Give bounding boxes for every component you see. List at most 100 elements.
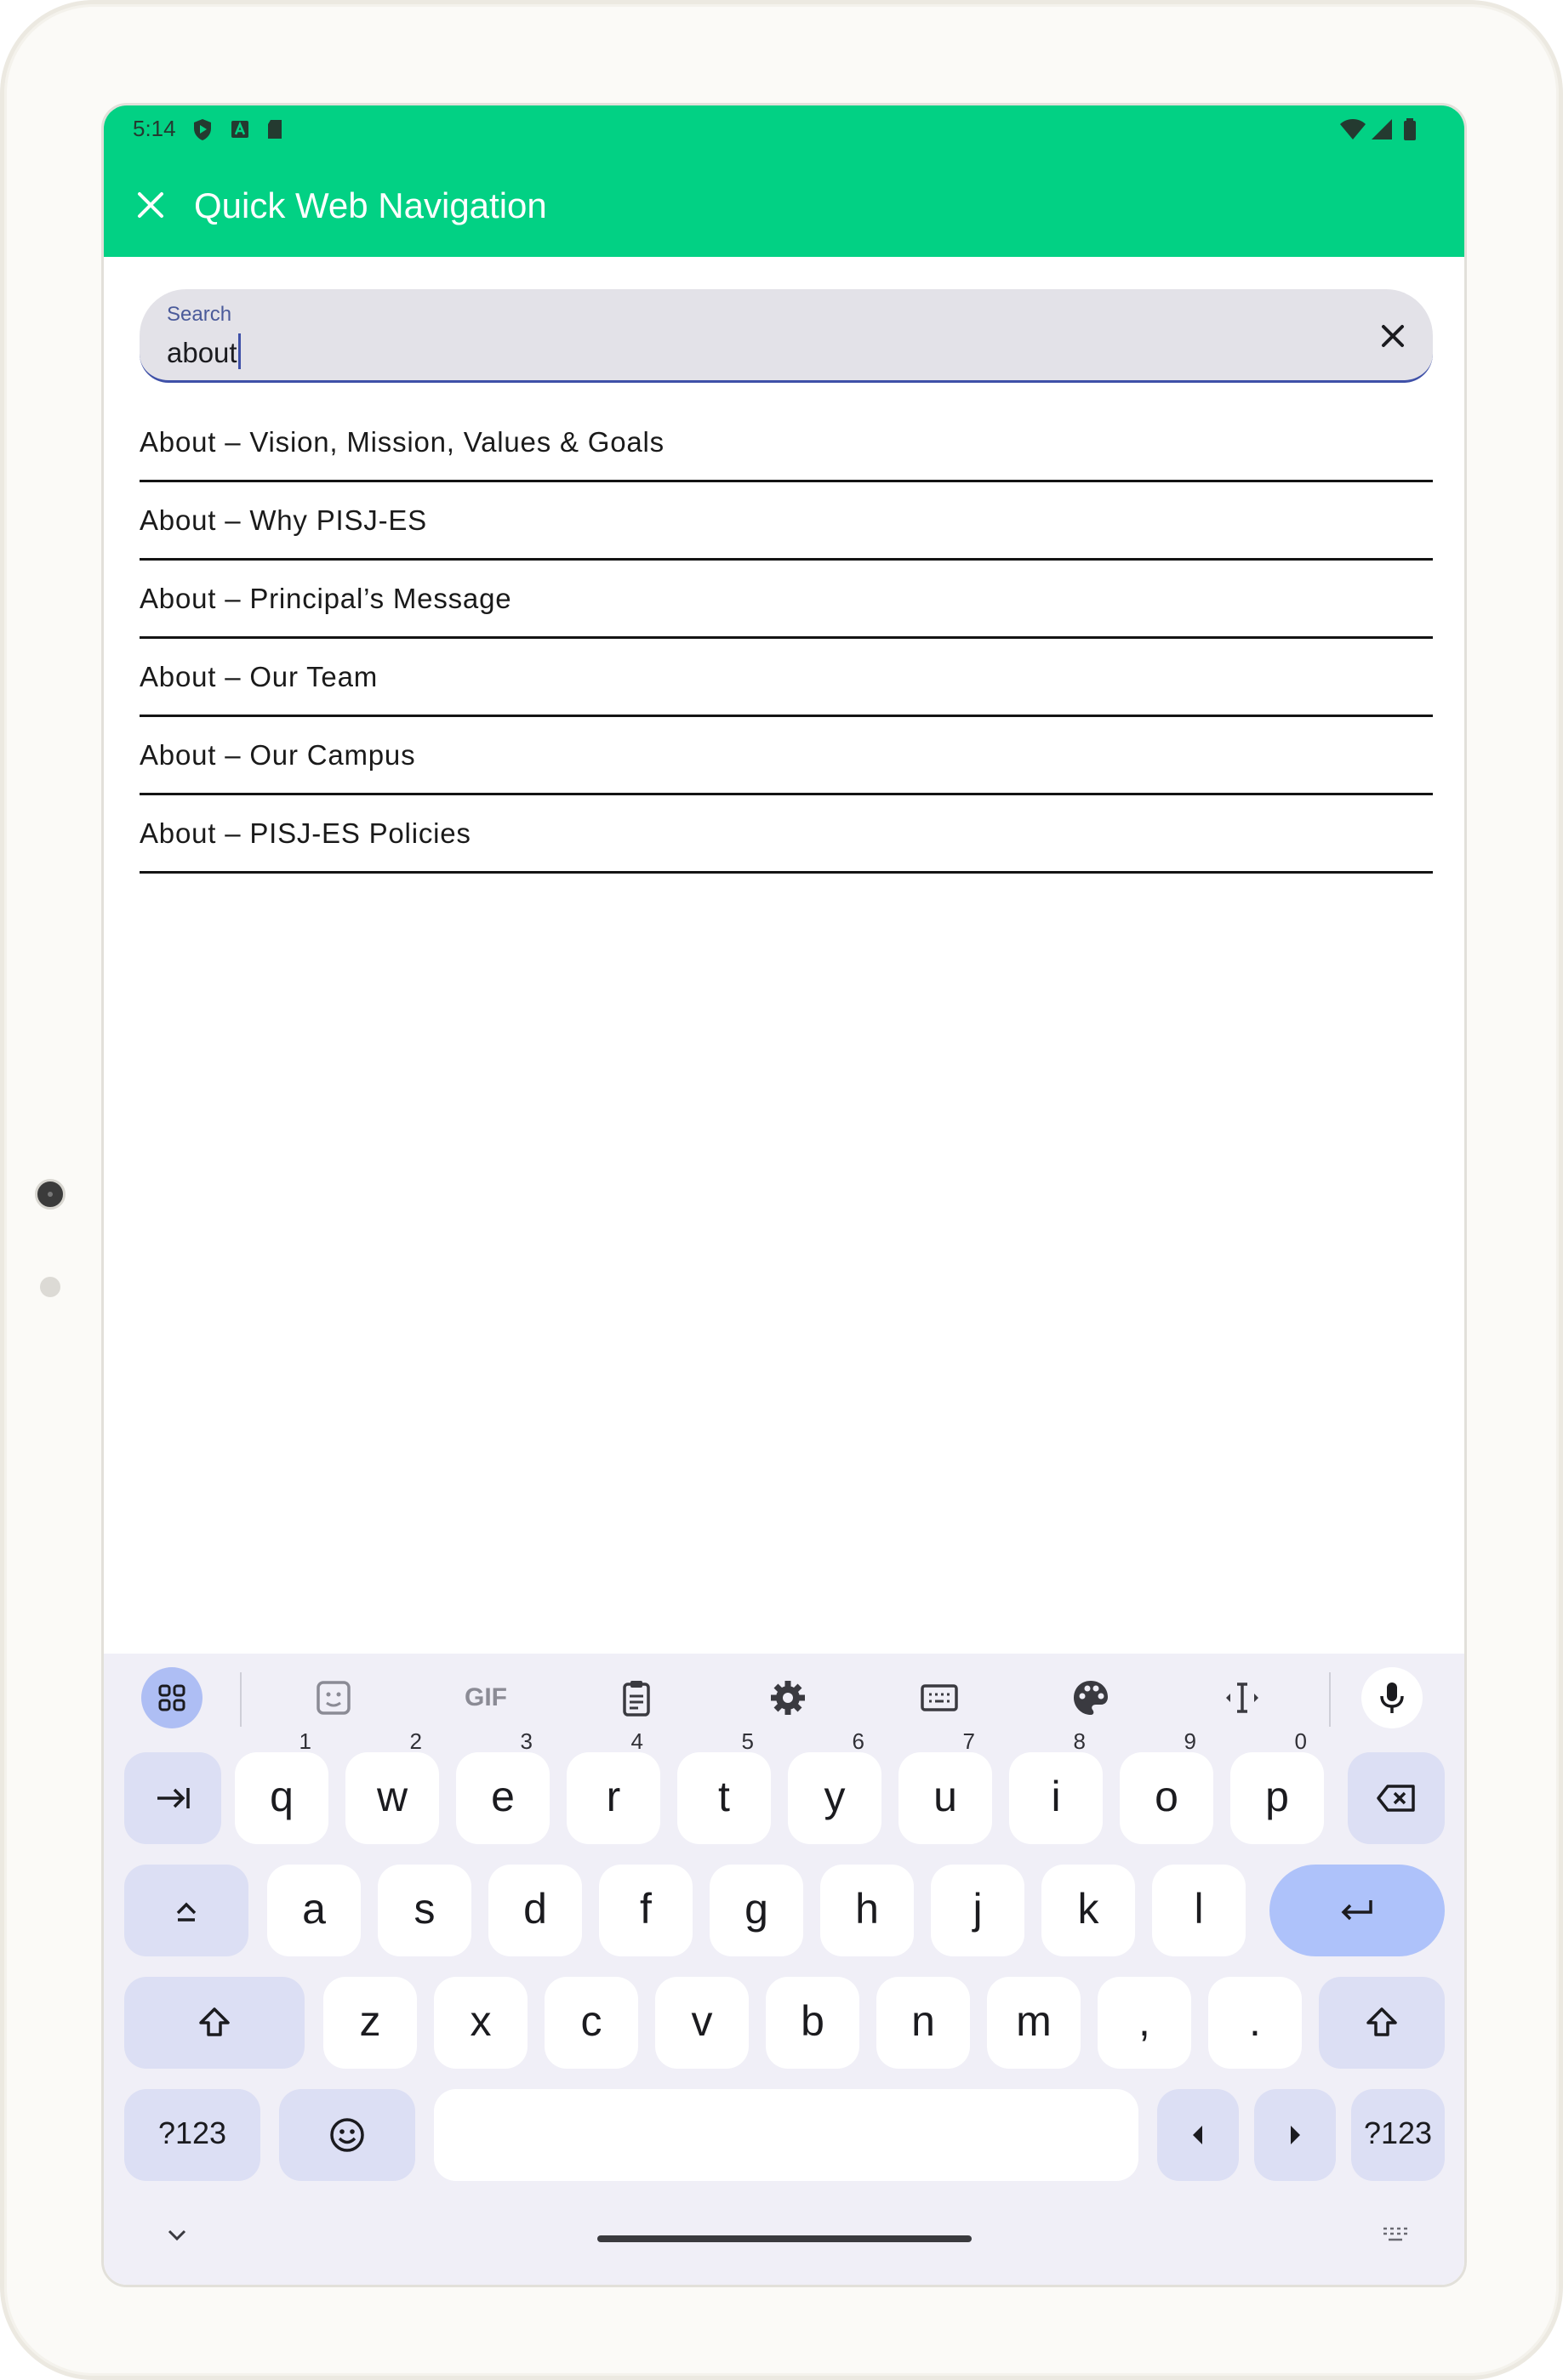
keyboard-switch-icon[interactable] [1380,2225,1411,2246]
toolbar: Quick Web Navigation [104,153,1464,257]
backspace-key[interactable] [1348,1752,1445,1844]
key-comma[interactable]: , [1098,1977,1191,2069]
arrow-right-icon [1291,2126,1300,2144]
voice-input-button[interactable] [1361,1667,1423,1728]
theme-palette-icon[interactable] [1069,1676,1113,1720]
key-z[interactable]: z [323,1977,417,2069]
key-t[interactable]: t5 [677,1730,771,1844]
backspace-icon [1377,1785,1415,1812]
cursor-right-key[interactable] [1254,2089,1336,2181]
result-item[interactable]: About – Our Team [140,639,1433,717]
key-r[interactable]: r4 [567,1730,660,1844]
caps-lock-key[interactable] [124,1865,248,1956]
result-item[interactable]: About – Why PISJ-ES [140,482,1433,561]
battery-icon [1404,118,1416,140]
result-label: About – Our Team [140,661,379,692]
key-i[interactable]: i8 [1009,1730,1103,1844]
result-item[interactable]: About – Our Campus [140,717,1433,795]
close-icon[interactable] [129,184,172,226]
key-h[interactable]: h [820,1865,914,1956]
app-title: Quick Web Navigation [194,185,547,225]
soft-keyboard: GIF q 1 w 2 e 3 r 4 t 5 y 6 u 7 i 8 o 9 … [104,1654,1464,2285]
gif-button[interactable]: GIF [456,1676,516,1720]
results-list: About – Vision, Mission, Values & Goals … [140,404,1433,874]
key-m[interactable]: m [987,1977,1081,2069]
toolbar-divider [240,1672,242,1727]
result-label: About – PISJ-ES Policies [140,817,471,849]
key-d[interactable]: d [488,1865,582,1956]
clear-search-icon[interactable] [1372,315,1414,357]
clipboard-icon[interactable] [614,1676,659,1720]
enter-icon [1341,1900,1372,1921]
apps-button[interactable] [141,1667,203,1728]
key-c[interactable]: c [545,1977,638,2069]
caps-lock-icon [176,1902,197,1922]
shift-key-right[interactable] [1319,1977,1445,2069]
key-e[interactable]: e3 [456,1730,550,1844]
symbols-key-left[interactable]: ?123 [124,2089,260,2181]
search-label: Search [167,303,232,326]
key-a[interactable]: a [267,1865,361,1956]
text-cursor-icon[interactable] [1220,1676,1264,1720]
mic-icon [1380,1683,1404,1713]
result-label: About – Vision, Mission, Values & Goals [140,426,665,458]
symbols-key-right[interactable]: ?123 [1351,2089,1445,2181]
search-field[interactable]: Search about [140,289,1433,383]
space-key[interactable] [434,2089,1138,2181]
status-time: 5:14 [133,116,176,141]
wifi-icon [1340,119,1366,139]
key-q[interactable]: q1 [235,1730,328,1844]
shift-icon [1366,2007,1397,2036]
one-handed-keyboard-icon[interactable] [917,1676,961,1720]
tab-key[interactable] [124,1752,221,1844]
key-period[interactable]: . [1208,1977,1302,2069]
home-handle[interactable] [597,2235,972,2242]
status-bar: 5:14 [104,105,1464,153]
toolbar-divider [1329,1672,1331,1727]
tablet-frame: 5:14 Quick Web Navigation Search about A… [0,0,1563,2380]
light-sensor [40,1277,60,1297]
text-a-icon [231,121,248,138]
key-n[interactable]: n [876,1977,970,2069]
result-item[interactable]: About – PISJ-ES Policies [140,795,1433,874]
key-l[interactable]: l [1152,1865,1246,1956]
key-g[interactable]: g [710,1865,803,1956]
search-text: about [167,337,237,368]
text-caret [237,333,241,369]
key-p[interactable]: p0 [1230,1730,1324,1844]
enter-key[interactable] [1269,1865,1445,1956]
screen: 5:14 Quick Web Navigation Search about A… [101,103,1467,2287]
key-v[interactable]: v [655,1977,749,2069]
key-j[interactable]: j [931,1865,1024,1956]
result-item[interactable]: About – Vision, Mission, Values & Goals [140,404,1433,482]
cell-signal-icon [1372,119,1392,139]
shift-icon [199,2007,230,2036]
key-k[interactable]: k [1041,1865,1135,1956]
shift-key-left[interactable] [124,1977,305,2069]
result-label: About – Our Campus [140,739,416,771]
emoji-key[interactable] [279,2089,415,2181]
cursor-left-key[interactable] [1157,2089,1239,2181]
search-input[interactable]: about [167,333,241,369]
emoji-icon [330,2118,364,2152]
shield-icon [194,119,211,140]
key-s[interactable]: s [378,1865,471,1956]
hide-keyboard-icon[interactable] [165,2227,189,2244]
sticker-icon[interactable] [311,1676,356,1720]
key-w[interactable]: w2 [345,1730,439,1844]
apps-icon [158,1684,185,1711]
key-u[interactable]: u7 [898,1730,992,1844]
settings-icon[interactable] [766,1676,810,1720]
key-f[interactable]: f [599,1865,693,1956]
sd-card-icon [268,120,282,139]
key-y[interactable]: y6 [788,1730,881,1844]
key-o[interactable]: o9 [1120,1730,1213,1844]
tab-icon [157,1788,190,1808]
result-item[interactable]: About – Principal’s Message [140,561,1433,639]
navigation-bar [104,2198,1464,2285]
arrow-left-icon [1193,2126,1202,2144]
front-camera [35,1179,66,1210]
app-bar: 5:14 Quick Web Navigation [104,105,1464,257]
key-b[interactable]: b [766,1977,859,2069]
key-x[interactable]: x [434,1977,528,2069]
